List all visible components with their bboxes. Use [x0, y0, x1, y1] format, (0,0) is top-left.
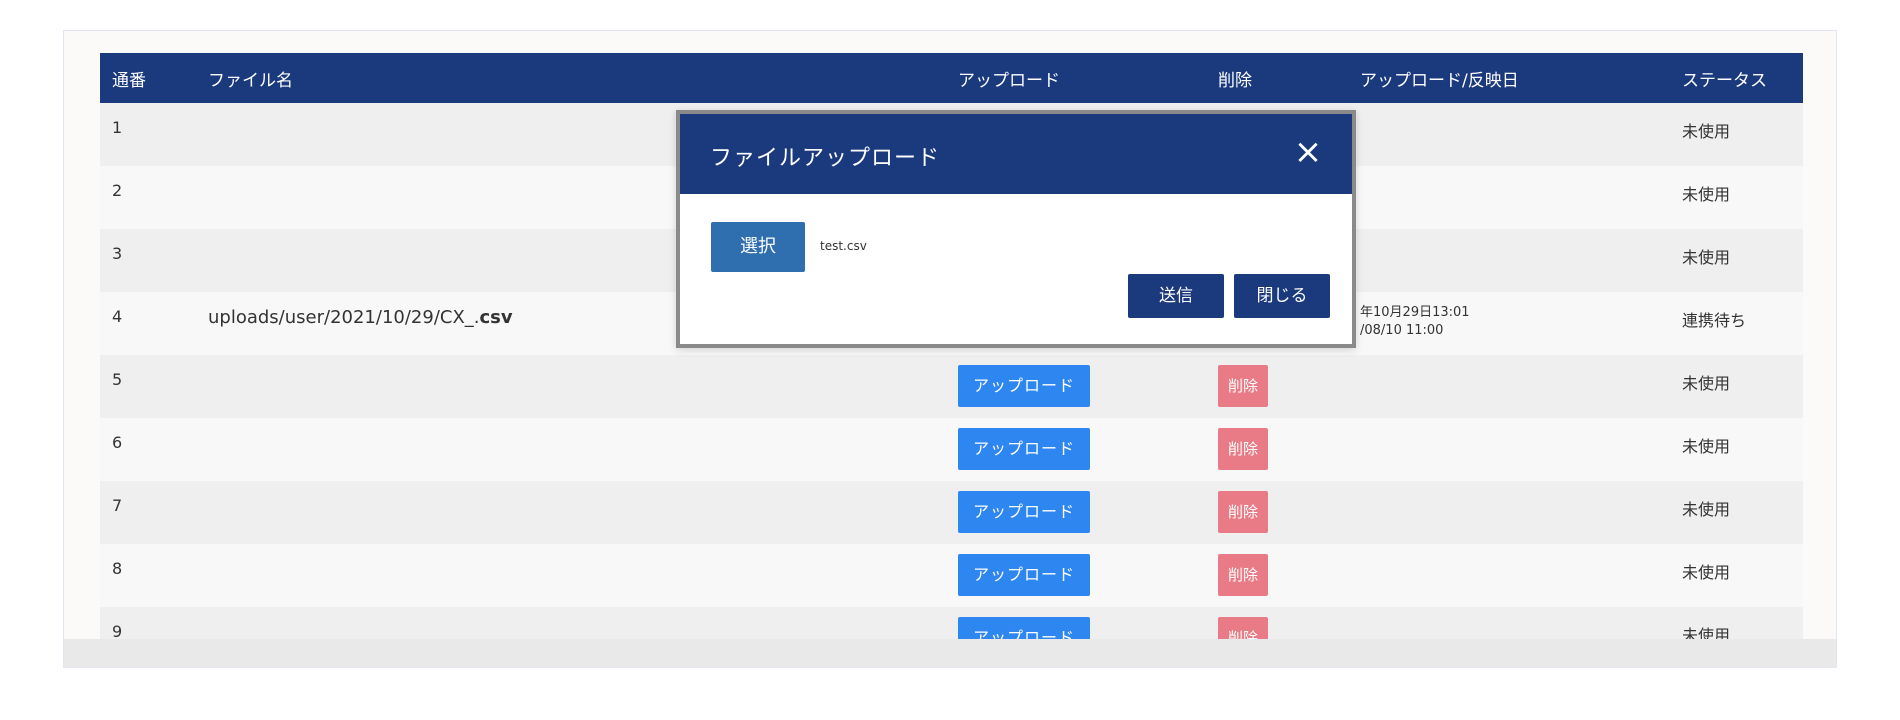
table-row: 9 アップロード 削除 未使用 — [100, 607, 1803, 641]
row-date — [1348, 544, 1670, 607]
row-number: 4 — [112, 307, 123, 326]
delete-button[interactable]: 削除 — [1218, 617, 1269, 641]
filename-extension: csv — [479, 307, 513, 328]
row-number: 8 — [112, 559, 123, 578]
row-number: 7 — [112, 496, 123, 515]
row-date — [1348, 166, 1670, 229]
row-status: 連携待ち — [1682, 311, 1747, 330]
row-date — [1348, 481, 1670, 544]
row-upload-cell: アップロード — [946, 544, 1206, 607]
close-icon[interactable]: × — [1290, 132, 1326, 172]
table-row: 8 アップロード 削除 未使用 — [100, 544, 1803, 607]
row-number: 5 — [112, 370, 123, 389]
upload-date: 年10月29日13:01 — [1360, 305, 1470, 320]
close-button[interactable]: 閉じる — [1234, 274, 1330, 318]
delete-button[interactable]: 削除 — [1218, 554, 1269, 596]
table-row: 5 アップロード 削除 未使用 — [100, 355, 1803, 418]
upload-button[interactable]: アップロード — [958, 554, 1091, 596]
column-header-upload: アップロード — [958, 70, 1060, 91]
upload-button[interactable]: アップロード — [958, 428, 1091, 470]
filename-path: uploads/user/2021/10/29/CX_. — [208, 307, 480, 328]
row-date — [1348, 418, 1670, 481]
row-date — [1348, 103, 1670, 166]
row-filename — [196, 418, 946, 481]
row-status: 未使用 — [1682, 500, 1731, 519]
select-file-button[interactable]: 選択 — [711, 222, 805, 272]
row-number: 6 — [112, 433, 123, 452]
delete-button[interactable]: 削除 — [1218, 428, 1269, 470]
row-delete-cell: 削除 — [1206, 544, 1348, 607]
selected-file-name: test.csv — [820, 239, 867, 253]
column-header-filename: ファイル名 — [208, 70, 293, 91]
table-row: 7 アップロード 削除 未使用 — [100, 481, 1803, 544]
row-date: 年10月29日13:01/08/10 11:00 — [1348, 292, 1670, 355]
row-status: 未使用 — [1682, 626, 1731, 641]
row-status: 未使用 — [1682, 563, 1731, 582]
row-delete-cell: 削除 — [1206, 607, 1348, 641]
upload-button[interactable]: アップロード — [958, 617, 1091, 641]
upload-button[interactable]: アップロード — [958, 365, 1091, 407]
row-upload-cell: アップロード — [946, 418, 1206, 481]
row-number: 1 — [112, 118, 123, 137]
delete-button[interactable]: 削除 — [1218, 491, 1269, 533]
row-date — [1348, 607, 1670, 641]
row-status: 未使用 — [1682, 248, 1731, 267]
row-delete-cell: 削除 — [1206, 418, 1348, 481]
column-header-delete: 削除 — [1218, 70, 1252, 91]
row-date — [1348, 355, 1670, 418]
row-upload-cell: アップロード — [946, 607, 1206, 641]
delete-button[interactable]: 削除 — [1218, 365, 1269, 407]
row-status: 未使用 — [1682, 122, 1731, 141]
reflect-date: /08/10 11:00 — [1360, 323, 1444, 338]
row-status: 未使用 — [1682, 437, 1731, 456]
column-header-number: 通番 — [112, 70, 146, 91]
column-header-date: アップロード/反映日 — [1360, 70, 1519, 91]
row-upload-cell: アップロード — [946, 355, 1206, 418]
row-filename — [196, 481, 946, 544]
upload-button[interactable]: アップロード — [958, 491, 1091, 533]
column-header-status: ステータス — [1682, 70, 1767, 91]
row-filename — [196, 544, 946, 607]
row-upload-cell: アップロード — [946, 481, 1206, 544]
row-date — [1348, 229, 1670, 292]
row-status: 未使用 — [1682, 374, 1731, 393]
row-number: 2 — [112, 181, 123, 200]
table-row: 6 アップロード 削除 未使用 — [100, 418, 1803, 481]
file-upload-modal: ファイルアップロード × 選択 test.csv 送信 閉じる — [676, 110, 1356, 348]
modal-header: ファイルアップロード × — [680, 114, 1352, 194]
row-status: 未使用 — [1682, 185, 1731, 204]
table-header-row: 通番 ファイル名 アップロード 削除 アップロード/反映日 ステータス — [100, 53, 1803, 103]
row-number: 3 — [112, 244, 123, 263]
row-delete-cell: 削除 — [1206, 355, 1348, 418]
row-delete-cell: 削除 — [1206, 481, 1348, 544]
row-filename — [196, 355, 946, 418]
send-button[interactable]: 送信 — [1128, 274, 1224, 318]
row-number: 9 — [112, 622, 123, 641]
modal-title: ファイルアップロード — [710, 146, 941, 171]
horizontal-scrollbar[interactable] — [64, 639, 1836, 667]
row-filename — [196, 607, 946, 641]
